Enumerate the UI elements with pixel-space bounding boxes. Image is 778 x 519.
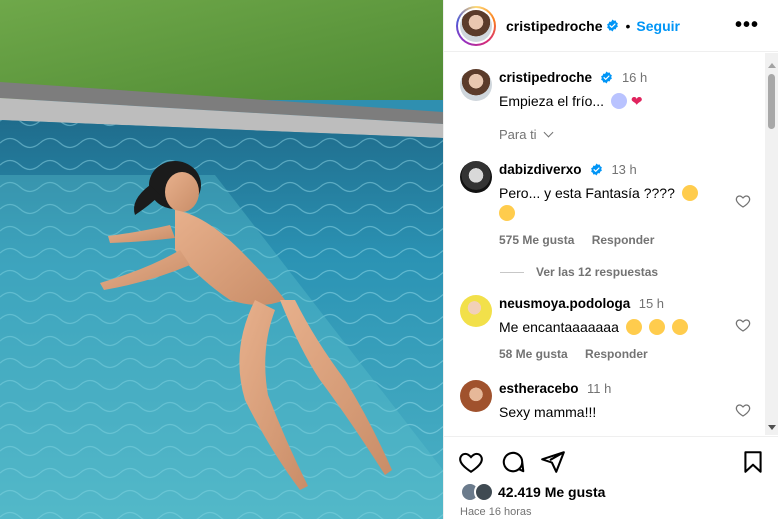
caption-avatar[interactable] [460,69,492,101]
like-comment-heart-icon[interactable] [735,402,751,418]
view-replies-label: Ver las 12 respuestas [536,265,659,279]
post-details-panel: cristipedroche • Seguir ••• cristipedroc… [443,0,778,519]
author-avatar[interactable] [456,5,496,46]
comment-likes[interactable]: 58 Me gusta [499,347,568,361]
share-icon[interactable] [540,449,566,475]
like-comment-heart-icon[interactable] [735,193,751,209]
comment-time[interactable]: 15 h [639,296,664,311]
sort-dropdown[interactable]: Para ti [499,127,554,142]
reply-button[interactable]: Responder [585,347,648,361]
post-image[interactable] [0,0,443,519]
caption-text: Empieza el frío... [499,93,605,109]
heart-eyes-emoji-icon [671,319,688,335]
bookmark-icon[interactable] [740,449,766,475]
comment-avatar[interactable] [460,380,492,412]
comment-username[interactable]: neusmoya.podologa [499,296,630,311]
comment-avatar[interactable] [460,295,492,327]
comments-scrollbar[interactable] [765,53,778,435]
comment-avatar[interactable] [460,161,492,193]
scroll-down-arrow-icon[interactable] [768,425,776,430]
post-header: cristipedroche • Seguir ••• [444,0,778,52]
cold-face-emoji-icon [610,93,627,109]
comment-username[interactable]: estheracebo [499,381,579,396]
follow-button[interactable]: Seguir [636,18,680,34]
comment-text: Sexy mamma!!! [499,404,597,420]
caption-time[interactable]: 16 h [622,70,647,85]
verified-badge-icon [601,71,613,84]
replies-divider [500,272,524,273]
heart-eyes-emoji-icon [625,319,642,335]
hug-emoji-icon [681,185,698,201]
like-comment-heart-icon[interactable] [735,317,751,333]
caption-username[interactable]: cristipedroche [499,70,592,85]
comment-time[interactable]: 13 h [611,162,636,177]
comment-text: Pero... y esta Fantasía ???? [499,185,675,201]
heart-eyes-emoji-icon [648,319,665,335]
verified-badge-icon [591,163,602,176]
comment-time[interactable]: 11 h [587,381,611,396]
heart-icon[interactable] [458,449,484,475]
author-username[interactable]: cristipedroche [506,18,602,34]
comments-list[interactable]: cristipedroche 16 h Empieza el frío... ❤… [444,53,766,435]
scroll-thumb[interactable] [768,74,775,129]
liker-avatar [474,482,494,502]
post-actions: 42.419 Me gusta Hace 16 horas [444,436,778,519]
comment-username[interactable]: dabizdiverxo [499,162,582,177]
likes-count[interactable]: 42.419 Me gusta [498,484,605,500]
comment-icon[interactable] [500,449,526,475]
chevron-down-icon [543,127,554,138]
view-replies-button[interactable]: Ver las 12 respuestas [500,265,658,279]
tongue-emoji-icon [499,205,515,221]
header-separator: • [625,17,631,34]
post-timestamp[interactable]: Hace 16 horas [460,506,532,518]
comment-text: Me encantaaaaaaa [499,319,619,335]
reply-button[interactable]: Responder [592,233,655,247]
verified-badge-icon [607,19,619,32]
pool-photo-graphic [0,0,443,519]
likes-summary[interactable]: 42.419 Me gusta [460,482,605,502]
scroll-up-arrow-icon[interactable] [768,63,776,68]
heart-emoji-icon: ❤ [630,93,643,109]
comment-likes[interactable]: 575 Me gusta [499,233,574,247]
more-options-icon[interactable]: ••• [735,15,759,35]
sort-label: Para ti [499,127,537,142]
